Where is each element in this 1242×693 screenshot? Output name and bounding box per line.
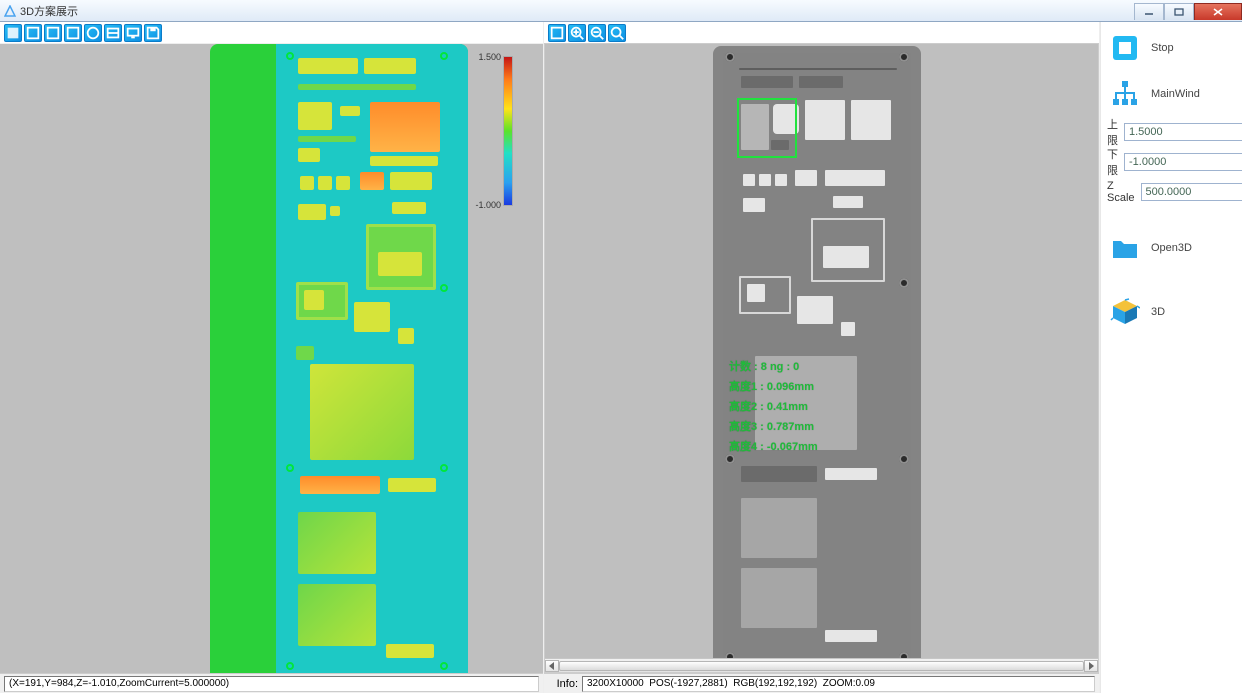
- maximize-button[interactable]: [1164, 3, 1194, 20]
- side-panel: Stop MainWind 上限 下限 Z Scale Open3D: [1100, 22, 1242, 693]
- open3d-label: Open3D: [1151, 242, 1236, 254]
- heightmap-board: [210, 44, 468, 673]
- folder-icon: [1107, 230, 1143, 266]
- tool-save-icon[interactable]: [144, 24, 162, 42]
- zscale-field: Z Scale: [1107, 182, 1236, 202]
- grayscale-pane: 计数 : 8 ng : 0 高度1 : 0.096mm 高度2 : 0.41mm…: [544, 22, 1100, 693]
- grayscale-toolbar: [544, 22, 1099, 44]
- upper-limit-input[interactable]: [1124, 123, 1242, 141]
- 3d-button[interactable]: 3D: [1107, 294, 1236, 330]
- zscale-label: Z Scale: [1107, 180, 1135, 204]
- zoom-in-icon[interactable]: [568, 24, 586, 42]
- mainwind-label: MainWind: [1151, 88, 1236, 100]
- info-label: Info:: [548, 678, 578, 690]
- lower-limit-field: 下限: [1107, 152, 1236, 172]
- heightmap-view[interactable]: 1.500 -1.000: [0, 44, 543, 673]
- app-icon: [4, 5, 16, 17]
- stop-label: Stop: [1151, 42, 1236, 54]
- heightmap-toolbar: [0, 22, 543, 44]
- stop-button[interactable]: Stop: [1107, 30, 1236, 66]
- horizontal-scrollbar[interactable]: [545, 658, 1098, 672]
- zoom-region-icon[interactable]: [608, 24, 626, 42]
- scroll-thumb[interactable]: [559, 661, 1084, 671]
- heightmap-status-bar: [0, 673, 543, 693]
- tool-rect-line-icon[interactable]: [104, 24, 122, 42]
- title-bar: 3D方案展示: [0, 0, 1242, 22]
- tool-rect1-icon[interactable]: [24, 24, 42, 42]
- grayscale-view[interactable]: 计数 : 8 ng : 0 高度1 : 0.096mm 高度2 : 0.41mm…: [544, 43, 1099, 673]
- heightmap-status: [4, 676, 539, 692]
- minimize-button[interactable]: [1134, 3, 1164, 20]
- upper-limit-field: 上限: [1107, 122, 1236, 142]
- zscale-input[interactable]: [1141, 183, 1242, 201]
- window-title: 3D方案展示: [20, 3, 78, 19]
- upper-limit-label: 上限: [1107, 116, 1118, 148]
- zoom-fit-icon[interactable]: [548, 24, 566, 42]
- tool-rect3-icon[interactable]: [64, 24, 82, 42]
- tool-circle-icon[interactable]: [84, 24, 102, 42]
- measurement-overlay: 计数 : 8 ng : 0 高度1 : 0.096mm 高度2 : 0.41mm…: [729, 356, 818, 456]
- grayscale-status-bar: Info:: [544, 673, 1099, 693]
- 3d-label: 3D: [1151, 306, 1236, 318]
- tool-monitor-icon[interactable]: [124, 24, 142, 42]
- stop-icon: [1107, 30, 1143, 66]
- mainwind-button[interactable]: MainWind: [1107, 76, 1236, 112]
- tool-fill-icon[interactable]: [4, 24, 22, 42]
- tool-rect2-icon[interactable]: [44, 24, 62, 42]
- scroll-right-icon[interactable]: [1084, 660, 1098, 672]
- tree-icon: [1107, 76, 1143, 112]
- scale-max-label: 1.500: [478, 52, 501, 62]
- close-button[interactable]: [1194, 3, 1242, 20]
- scale-min-label: -1.000: [475, 200, 501, 210]
- scroll-left-icon[interactable]: [545, 660, 559, 672]
- zoom-out-icon[interactable]: [588, 24, 606, 42]
- open3d-button[interactable]: Open3D: [1107, 230, 1236, 266]
- grayscale-info: [582, 676, 1095, 692]
- heightmap-pane: 1.500 -1.000: [0, 22, 544, 693]
- lower-limit-input[interactable]: [1124, 153, 1242, 171]
- color-scale: [503, 56, 513, 206]
- selection-rect[interactable]: [737, 98, 797, 158]
- cube-icon: [1107, 294, 1143, 330]
- lower-limit-label: 下限: [1107, 146, 1118, 178]
